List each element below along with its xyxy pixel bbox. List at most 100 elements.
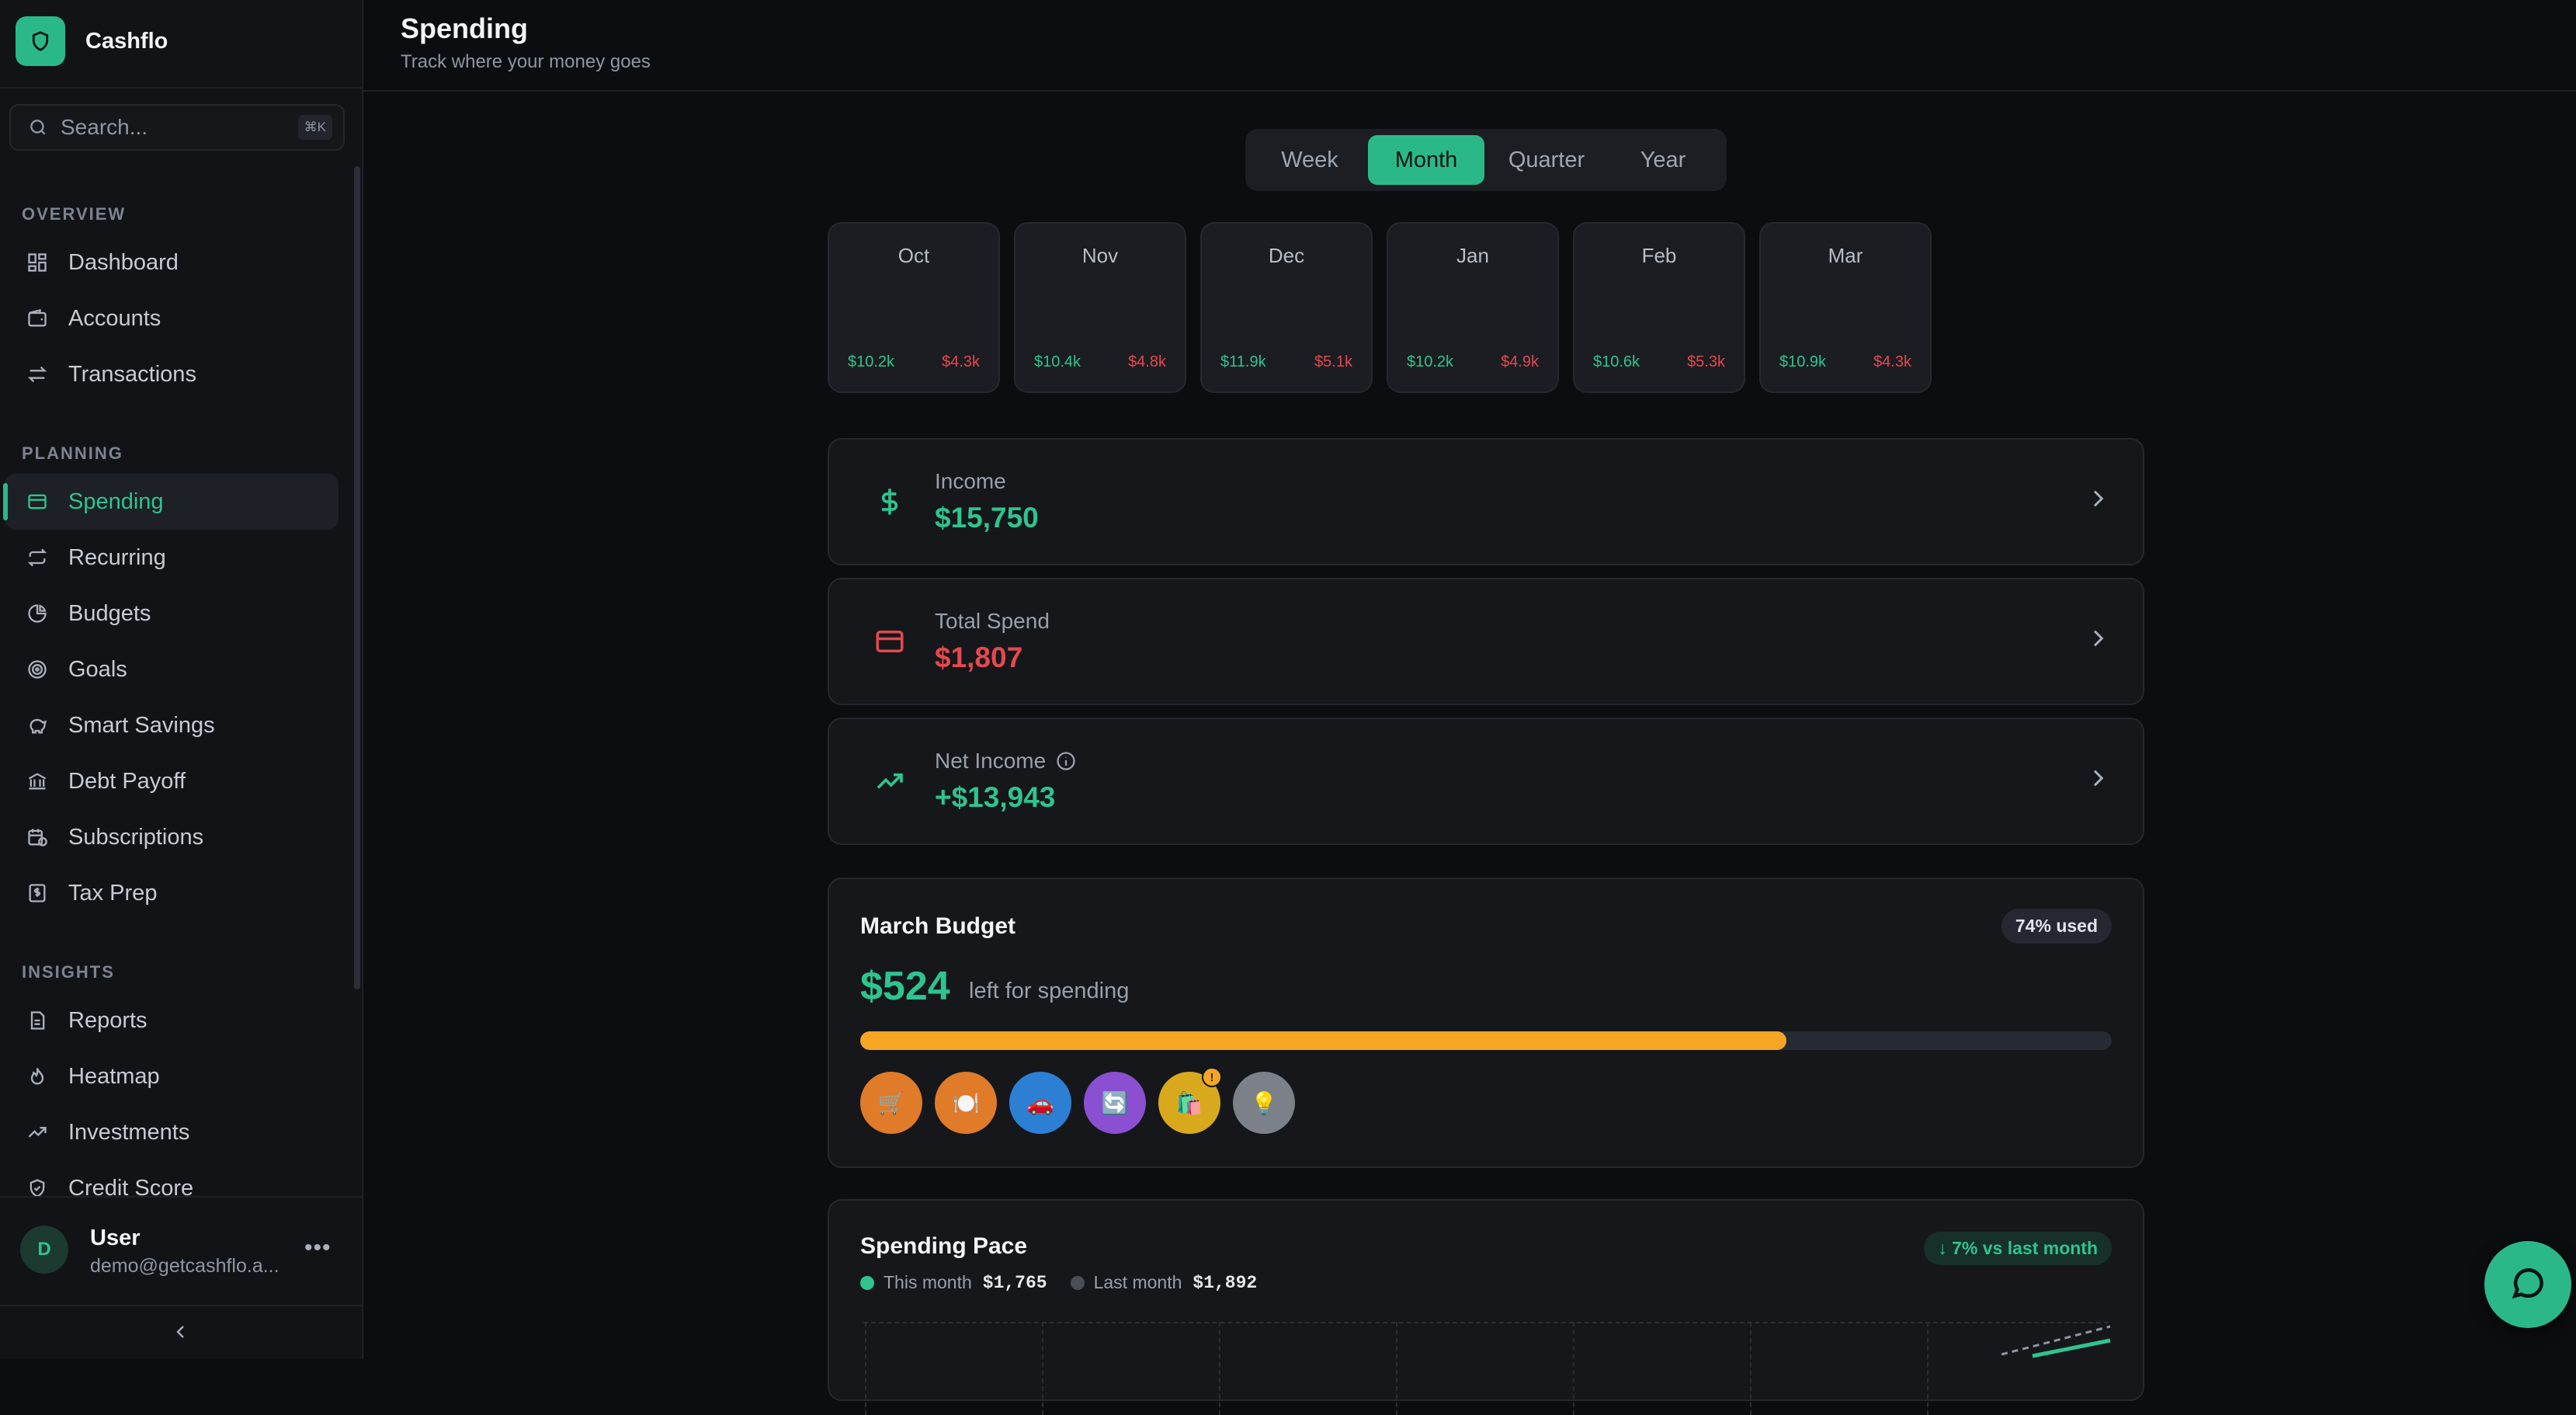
sidebar-item-label: Tax Prep bbox=[68, 880, 158, 906]
period-week-button[interactable]: Week bbox=[1252, 135, 1368, 185]
total-spend-row[interactable]: Total Spend $1,807 bbox=[828, 578, 2144, 705]
page-title: Spending bbox=[401, 12, 528, 44]
sidebar-divider bbox=[0, 87, 362, 89]
pace-title: Spending Pace bbox=[860, 1233, 1028, 1259]
month-income: $10.2k bbox=[1407, 353, 1454, 370]
legend-last-month-label: Last month bbox=[1093, 1272, 1182, 1292]
search-shortcut: ⌘K bbox=[297, 115, 332, 140]
sidebar-item-label: Heatmap bbox=[68, 1063, 160, 1089]
page-subtitle: Track where your money goes bbox=[401, 51, 651, 72]
sidebar-item-accounts[interactable]: Accounts bbox=[5, 290, 338, 346]
sidebar-item-label: Goals bbox=[68, 656, 127, 682]
brand[interactable]: Cashflo bbox=[16, 16, 168, 67]
more-options-icon[interactable]: ••• bbox=[304, 1235, 332, 1261]
avatar: D bbox=[20, 1226, 68, 1274]
bank-icon bbox=[22, 770, 53, 792]
sidebar-item-reports[interactable]: Reports bbox=[5, 993, 338, 1048]
chart-grid-line bbox=[863, 1322, 2109, 1323]
budget-card: March Budget 74% used $524 left for spen… bbox=[828, 878, 2144, 1168]
sidebar-item-heatmap[interactable]: Heatmap bbox=[5, 1048, 338, 1104]
month-card-oct[interactable]: Oct $10.2k $4.3k bbox=[828, 222, 1000, 393]
month-spend: $5.1k bbox=[1314, 353, 1352, 370]
sidebar-item-spending[interactable]: Spending bbox=[3, 474, 338, 530]
info-icon[interactable] bbox=[1055, 750, 1077, 772]
flame-icon bbox=[22, 1066, 53, 1087]
month-name: Oct bbox=[897, 244, 930, 267]
month-name: Nov bbox=[1081, 244, 1119, 267]
category-lightbulb-icon[interactable]: 💡 bbox=[1233, 1072, 1295, 1134]
chart-grid-line bbox=[1219, 1322, 1220, 1415]
budget-progress-bar bbox=[860, 1031, 2112, 1050]
chat-bubble-icon bbox=[2508, 1264, 2547, 1306]
sidebar-item-subscriptions[interactable]: Subscriptions bbox=[5, 809, 338, 865]
category-car-icon[interactable]: 🚗 bbox=[1009, 1072, 1071, 1134]
budget-used-badge: 74% used bbox=[2001, 909, 2112, 944]
period-year-button[interactable]: Year bbox=[1609, 135, 1717, 185]
period-quarter-button[interactable]: Quarter bbox=[1484, 135, 1609, 185]
alert-badge: ! bbox=[1202, 1067, 1222, 1087]
nav-section-insights: INSIGHTS bbox=[22, 962, 115, 982]
total-spend-label: Total Spend bbox=[935, 609, 1050, 633]
sidebar-item-tax-prep[interactable]: Tax Prep bbox=[5, 865, 338, 921]
chat-button[interactable] bbox=[2484, 1241, 2571, 1328]
month-card-mar[interactable]: Mar $10.9k $4.3k bbox=[1759, 222, 1932, 393]
collapse-sidebar-button[interactable] bbox=[0, 1305, 362, 1361]
chart-grid-line bbox=[865, 1322, 866, 1415]
arrows-swap-icon bbox=[22, 363, 53, 385]
sidebar-item-label: Transactions bbox=[68, 361, 196, 387]
category-shopping-bag[interactable]: 🛍️ ! bbox=[1158, 1067, 1222, 1134]
net-income-label-text: Net Income bbox=[935, 749, 1047, 773]
category-cart-icon[interactable]: 🛒 bbox=[860, 1072, 922, 1134]
pace-chart-lines bbox=[2001, 1325, 2111, 1358]
sidebar-item-dashboard[interactable]: Dashboard bbox=[5, 235, 338, 290]
budget-left-amount: $524 bbox=[860, 964, 950, 1009]
month-card-dec[interactable]: Dec $11.9k $5.1k bbox=[1200, 222, 1373, 393]
sidebar-item-label: Accounts bbox=[68, 305, 161, 331]
sidebar-item-budgets[interactable]: Budgets bbox=[5, 586, 338, 641]
sidebar-item-transactions[interactable]: Transactions bbox=[5, 346, 338, 402]
legend-this-month-value: $1,765 bbox=[982, 1272, 1047, 1293]
pace-change-badge: ↓ 7% vs last month bbox=[1924, 1232, 2112, 1265]
sidebar-scrollbar[interactable] bbox=[354, 166, 360, 989]
repeat-icon bbox=[22, 547, 53, 568]
credit-card-icon bbox=[22, 491, 53, 513]
user-email: demo@getcashflo.a... bbox=[90, 1255, 279, 1277]
period-month-button[interactable]: Month bbox=[1368, 135, 1484, 185]
month-spend: $4.3k bbox=[942, 353, 980, 370]
trending-up-icon bbox=[22, 1121, 53, 1143]
month-spend: $4.8k bbox=[1128, 353, 1166, 370]
total-spend-value: $1,807 bbox=[935, 641, 1023, 673]
shopping-bag-icon: 🛍️ bbox=[1175, 1090, 1203, 1115]
pace-legend: This month $1,765 Last month $1,892 bbox=[860, 1272, 1280, 1293]
user-name: User bbox=[90, 1226, 141, 1250]
month-card-nov[interactable]: Nov $10.4k $4.8k bbox=[1014, 222, 1186, 393]
sidebar-item-label: Subscriptions bbox=[68, 824, 204, 850]
sidebar-item-smart-savings[interactable]: Smart Savings bbox=[5, 697, 338, 753]
net-income-row[interactable]: Net Income +$13,943 bbox=[828, 718, 2144, 845]
category-dining-icon[interactable]: 🍽️ bbox=[935, 1072, 997, 1134]
budget-title: March Budget bbox=[860, 913, 1016, 939]
user-menu[interactable]: D User demo@getcashflo.a... ••• bbox=[0, 1196, 362, 1306]
target-icon bbox=[22, 659, 53, 680]
budget-left-label: left for spending bbox=[969, 979, 1130, 1003]
sidebar-item-investments[interactable]: Investments bbox=[5, 1104, 338, 1160]
dollar-icon bbox=[868, 480, 911, 523]
search-input[interactable]: Search... ⌘K bbox=[9, 104, 345, 151]
category-refresh-icon[interactable]: 🔄 bbox=[1084, 1072, 1146, 1134]
month-card-jan[interactable]: Jan $10.2k $4.9k bbox=[1387, 222, 1559, 393]
income-row[interactable]: Income $15,750 bbox=[828, 438, 2144, 565]
sidebar-item-label: Smart Savings bbox=[68, 712, 215, 738]
pie-chart-icon bbox=[22, 603, 53, 624]
month-card-feb[interactable]: Feb $10.6k $5.3k bbox=[1573, 222, 1745, 393]
chart-grid-line bbox=[1750, 1322, 1751, 1415]
sidebar: Cashflo Search... ⌘K OVERVIEW Dashboard … bbox=[0, 0, 363, 1359]
sidebar-item-recurring[interactable]: Recurring bbox=[5, 530, 338, 586]
sidebar-item-goals[interactable]: Goals bbox=[5, 641, 338, 697]
sidebar-item-debt-payoff[interactable]: Debt Payoff bbox=[5, 753, 338, 809]
legend-dot-this-month bbox=[860, 1275, 874, 1290]
search-placeholder: Search... bbox=[61, 115, 148, 139]
document-icon bbox=[22, 1010, 53, 1031]
month-income: $11.9k bbox=[1220, 353, 1266, 370]
net-income-value: +$13,943 bbox=[935, 781, 1056, 813]
month-name: Feb bbox=[1641, 244, 1677, 267]
